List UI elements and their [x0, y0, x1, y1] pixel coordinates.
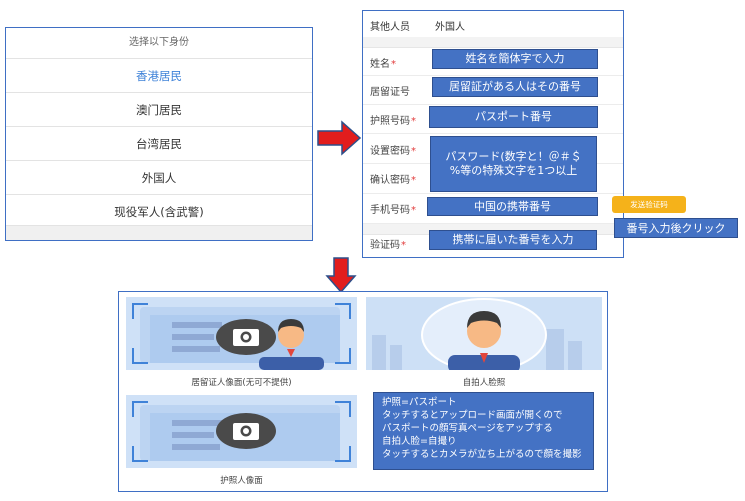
- selfie-photo-upload[interactable]: [366, 297, 602, 370]
- identity-selector-title: 选择以下身份: [129, 37, 189, 48]
- passport-input[interactable]: パスポート番号: [429, 106, 598, 128]
- form-gap: [363, 37, 623, 48]
- name-input[interactable]: 姓名を簡体字で入力: [432, 49, 598, 69]
- arrow-down-icon: [325, 257, 357, 294]
- identity-option-macau[interactable]: 澳门居民: [6, 92, 312, 127]
- residence-permit-input[interactable]: 居留証がある人はその番号: [432, 77, 598, 97]
- password-input[interactable]: パスワード(数字と！＠＃＄ %等の特殊文字を1つ以上: [430, 136, 597, 192]
- send-code-button[interactable]: 发送验证码: [612, 196, 686, 213]
- photo-info-note: 护照=パスポート タッチするとアップロード画面が開くので パスポートの顔写真ペー…: [373, 392, 594, 470]
- identity-option-foreigner[interactable]: 外国人: [6, 160, 312, 195]
- passport-illustration-icon: [140, 405, 340, 461]
- phone-input[interactable]: 中国の携帯番号: [427, 197, 598, 216]
- after-input-note: 番号入力後クリック: [614, 218, 738, 238]
- note-line: 自拍人脸=自撮り: [382, 436, 457, 447]
- residence-photo-upload[interactable]: [126, 297, 357, 370]
- tab-other-persons[interactable]: 其他人员: [370, 18, 410, 33]
- form-tabbar: 其他人员 外国人: [363, 11, 623, 38]
- name-label: 姓名*: [370, 59, 396, 70]
- set-password-label: 设置密码*: [370, 146, 416, 157]
- verify-code-input[interactable]: 携帯に届いた番号を入力: [429, 230, 597, 250]
- identity-option-hongkong[interactable]: 香港居民: [6, 58, 312, 93]
- phone-label: 手机号码*: [370, 205, 416, 216]
- note-line: パスポートの顔写真ページをアップする: [382, 423, 553, 434]
- residence-photo-caption: 居留证人像面(无可不提供): [191, 378, 292, 388]
- passport-photo-upload[interactable]: [126, 395, 357, 468]
- passport-photo-caption: 护照人像面: [220, 476, 263, 486]
- selfie-illustration-icon: [372, 298, 582, 370]
- identity-option-military[interactable]: 现役军人(含武警): [6, 194, 312, 229]
- tab-foreigner[interactable]: 外国人: [435, 18, 465, 33]
- verify-code-label: 验证码*: [370, 240, 406, 251]
- arrow-right-icon: [317, 120, 362, 156]
- id-card-illustration-icon: [140, 307, 340, 370]
- confirm-password-label: 确认密码*: [370, 175, 416, 186]
- selector-footer: [6, 225, 312, 240]
- note-line: タッチするとカメラが立ち上がるので顔を撮影: [382, 449, 582, 460]
- identity-option-taiwan[interactable]: 台湾居民: [6, 126, 312, 161]
- passport-label: 护照号码*: [370, 116, 416, 127]
- selfie-photo-caption: 自拍人脸照: [462, 378, 506, 388]
- note-line: 护照=パスポート: [382, 397, 457, 408]
- note-line: タッチするとアップロード画面が開くので: [382, 410, 563, 421]
- residence-permit-label: 居留证号: [370, 87, 410, 98]
- identity-selector-panel: 选择以下身份 香港居民 澳门居民 台湾居民 外国人 现役军人(含武警): [5, 27, 313, 241]
- foreigner-form-panel: 其他人员 外国人 姓名* 居留证号 护照号码* 设置密码* 确认密码* 手机号码…: [362, 10, 624, 258]
